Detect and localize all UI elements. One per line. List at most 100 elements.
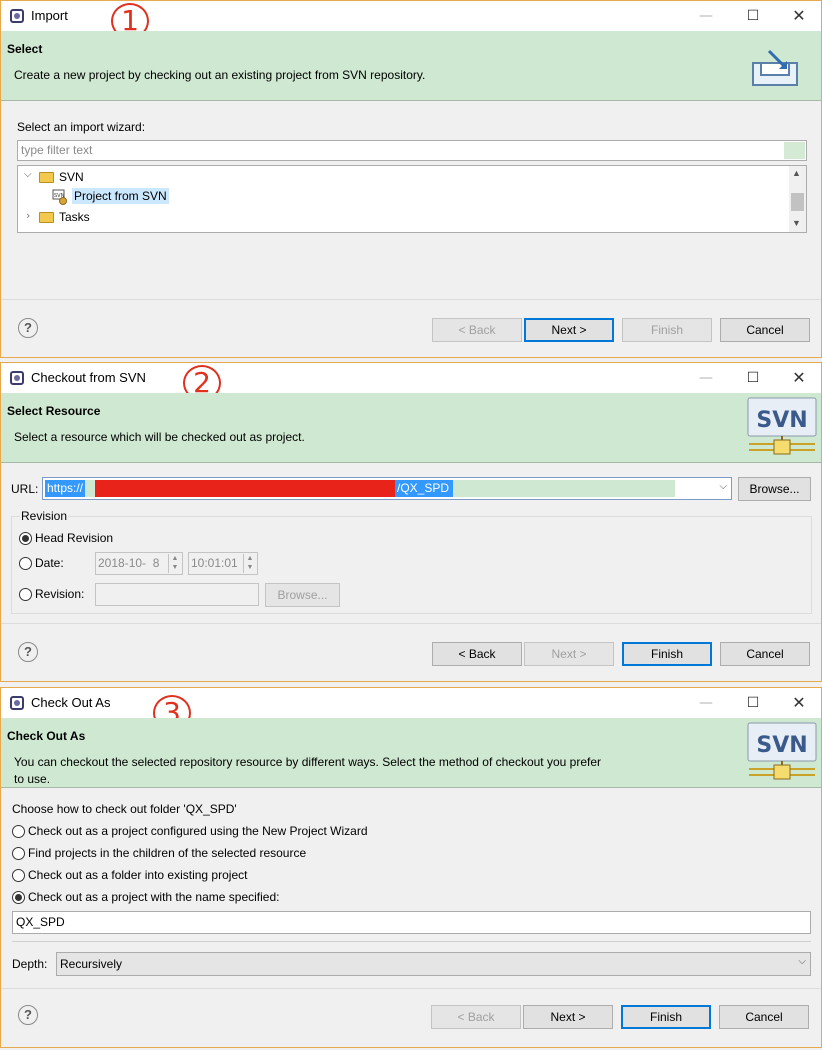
option-radio-folder-into-project[interactable]	[12, 869, 25, 882]
window-title: Checkout from SVN	[31, 370, 146, 385]
wizard-footer: ? < Back Next > Finish Cancel	[1, 623, 821, 681]
cancel-button[interactable]: Cancel	[719, 1005, 809, 1029]
minimize-button[interactable]: —	[691, 368, 721, 388]
back-button[interactable]: < Back	[432, 642, 522, 666]
depth-label: Depth:	[12, 957, 48, 971]
depth-select[interactable]: Recursively ⌵	[56, 952, 811, 976]
time-field[interactable]: 10:01:01 ▲ ▼	[188, 552, 258, 575]
head-revision-radio[interactable]	[19, 532, 32, 545]
head-revision-label: Head Revision	[35, 531, 114, 545]
url-prefix: https://	[45, 480, 86, 497]
wizard-tree: ⌵ SVN SVN Project from SVN › Tasks ▲ ▼	[17, 165, 807, 233]
next-button[interactable]: Next >	[524, 318, 614, 342]
revision-field[interactable]	[95, 583, 259, 606]
revision-label: Revision:	[35, 587, 85, 601]
wizard-body: URL: https:// /QX_SPD ⌵ Browse... Revisi…	[1, 463, 821, 623]
scroll-down-icon[interactable]: ▼	[792, 218, 801, 228]
finish-button[interactable]: Finish	[622, 642, 712, 666]
help-icon[interactable]: ?	[18, 318, 38, 338]
help-icon[interactable]: ?	[18, 1005, 38, 1025]
clear-filter-icon[interactable]	[784, 142, 805, 159]
banner-description: Select a resource which will be checked …	[14, 430, 305, 444]
date-value: 2018-10- 8	[98, 556, 160, 570]
cancel-button[interactable]: Cancel	[720, 318, 810, 342]
dropdown-chevron-icon[interactable]: ⌵	[798, 956, 806, 967]
option-label: Check out as a project configured using …	[28, 824, 368, 838]
tree-item-label: Tasks	[59, 210, 90, 224]
close-button[interactable]: ✕	[784, 6, 814, 26]
expand-chevron-icon[interactable]: ⌵	[24, 169, 32, 180]
date-radio[interactable]	[19, 557, 32, 570]
url-label: URL:	[11, 482, 39, 496]
svn-logo-text: SVN	[756, 408, 807, 433]
tree-item-tasks[interactable]: › Tasks	[24, 209, 224, 226]
banner-title: Select Resource	[7, 404, 101, 418]
option-label: Check out as a folder into existing proj…	[28, 868, 248, 882]
wizard-banner: Check Out As You can checkout the select…	[1, 718, 821, 788]
url-browse-button[interactable]: Browse...	[738, 477, 811, 501]
tree-item-svn[interactable]: ⌵ SVN	[24, 169, 224, 186]
help-icon[interactable]: ?	[18, 642, 38, 662]
maximize-button[interactable]: ☐	[738, 368, 768, 388]
tree-scrollbar[interactable]: ▲ ▼	[789, 166, 806, 232]
url-suffix: /QX_SPD	[395, 480, 454, 497]
scroll-up-icon[interactable]: ▲	[792, 168, 801, 178]
separator	[12, 941, 811, 942]
filter-placeholder: type filter text	[21, 143, 93, 157]
option-label: Find projects in the children of the sel…	[28, 846, 307, 860]
wizard-footer: ? < Back Next > Finish Cancel	[1, 299, 821, 357]
depth-value: Recursively	[60, 957, 123, 971]
tree-item-label: SVN	[59, 170, 84, 184]
maximize-button[interactable]: ☐	[738, 6, 768, 26]
finish-button[interactable]: Finish	[622, 318, 712, 342]
checkout-from-svn-dialog: Checkout from SVN — ☐ ✕ 2 Select Resourc…	[0, 362, 822, 682]
filter-input[interactable]: type filter text	[17, 140, 807, 161]
tree-item-project-from-svn[interactable]: SVN Project from SVN	[52, 188, 252, 206]
banner-title: Check Out As	[7, 729, 86, 743]
import-wizard-icon	[751, 49, 803, 89]
date-spinner-icon[interactable]: ▲ ▼	[168, 554, 181, 573]
revision-radio[interactable]	[19, 588, 32, 601]
choose-label: Choose how to check out folder 'QX_SPD'	[12, 802, 237, 816]
minimize-button[interactable]: —	[691, 6, 721, 26]
option-label: Check out as a project with the name spe…	[28, 890, 280, 904]
next-button[interactable]: Next >	[524, 642, 614, 666]
close-button[interactable]: ✕	[784, 693, 814, 713]
option-radio-new-project-wizard[interactable]	[12, 825, 25, 838]
next-button[interactable]: Next >	[523, 1005, 613, 1029]
folder-icon	[39, 212, 54, 223]
url-redaction	[95, 480, 395, 497]
wizard-select-label: Select an import wizard:	[17, 120, 146, 134]
back-button[interactable]: < Back	[431, 1005, 521, 1029]
dropdown-chevron-icon[interactable]: ⌵	[719, 481, 727, 492]
option-radio-project-with-name[interactable]	[12, 891, 25, 904]
date-field[interactable]: 2018-10- 8 ▲ ▼	[95, 552, 183, 575]
project-name-input[interactable]: QX_SPD	[12, 911, 811, 934]
title-bar: Checkout from SVN — ☐ ✕	[1, 363, 821, 393]
svn-logo-text: SVN	[756, 733, 807, 758]
scroll-thumb[interactable]	[791, 193, 804, 211]
revision-group-title: Revision	[20, 509, 69, 523]
wizard-body: Select an import wizard: type filter tex…	[1, 101, 821, 299]
maximize-button[interactable]: ☐	[738, 693, 768, 713]
wizard-footer: ? < Back Next > Finish Cancel	[1, 988, 821, 1047]
wizard-banner: Select Resource Select a resource which …	[1, 393, 821, 463]
close-button[interactable]: ✕	[784, 368, 814, 388]
url-combo[interactable]: https:// /QX_SPD ⌵	[42, 477, 732, 500]
svn-logo: SVN	[747, 722, 817, 782]
tree-item-label: Project from SVN	[72, 188, 169, 204]
window-title: Check Out As	[31, 695, 111, 710]
option-radio-find-projects[interactable]	[12, 847, 25, 860]
svn-project-icon: SVN	[52, 189, 68, 205]
time-value: 10:01:01	[191, 556, 238, 570]
collapse-chevron-icon[interactable]: ›	[26, 209, 30, 222]
title-bar: Check Out As — ☐ ✕	[1, 688, 821, 718]
revision-browse-button[interactable]: Browse...	[265, 583, 340, 607]
finish-button[interactable]: Finish	[621, 1005, 711, 1029]
minimize-button[interactable]: —	[691, 693, 721, 713]
date-label: Date:	[35, 556, 64, 570]
back-button[interactable]: < Back	[432, 318, 522, 342]
time-spinner-icon[interactable]: ▲ ▼	[243, 554, 256, 573]
banner-description: Create a new project by checking out an …	[14, 68, 426, 82]
cancel-button[interactable]: Cancel	[720, 642, 810, 666]
